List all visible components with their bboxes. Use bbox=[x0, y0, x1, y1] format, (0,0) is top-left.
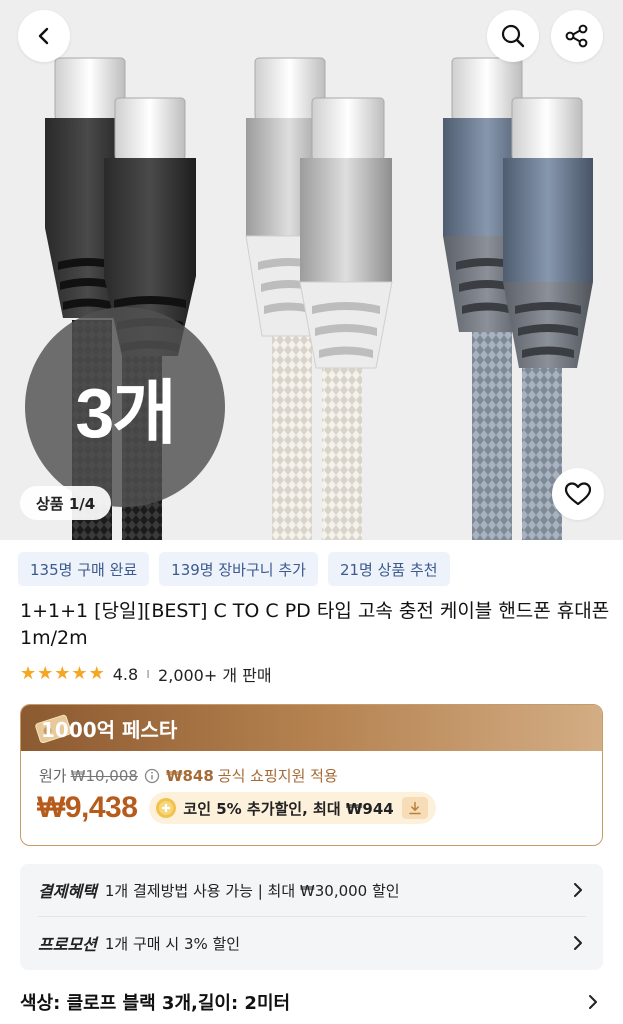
quantity-badge-text: 3개 bbox=[75, 373, 176, 452]
download-icon bbox=[408, 801, 421, 815]
product-title: 1+1+1 [당일][BEST] C TO C PD 타입 고속 충전 케이블 … bbox=[20, 600, 610, 649]
search-button[interactable] bbox=[487, 10, 539, 62]
quantity-badge: 3개 bbox=[25, 307, 225, 507]
download-coupon-button[interactable] bbox=[401, 797, 428, 819]
support-text: 공식 쇼핑지원 적용 bbox=[217, 767, 338, 785]
coin-discount-text: 코인 5% 추가할인, 최대 ₩944 bbox=[183, 799, 394, 818]
rating-summary[interactable]: ★ ★ ★ ★ ★ 4.8 ı 2,000+ 개 판매 bbox=[20, 661, 272, 687]
search-icon bbox=[501, 24, 525, 48]
sale-price: ₩9,438 bbox=[37, 791, 138, 824]
selected-option-text: 색상: 클로프 블랙 3개,길이: 2미터 bbox=[20, 993, 291, 1014]
image-counter: 상품 1/4 bbox=[20, 486, 112, 520]
product-image-gallery[interactable]: 3개 상품 1/4 bbox=[0, 0, 623, 540]
coin-icon bbox=[156, 798, 177, 818]
separator: ı bbox=[146, 666, 151, 682]
star-rating: ★ ★ ★ ★ ★ bbox=[20, 665, 105, 683]
payment-benefit-row[interactable]: 결제혜택 1개 결제방법 사용 가능 | 최대 ₩30,000 할인 bbox=[38, 864, 586, 916]
original-price-label: 원가 bbox=[39, 767, 67, 785]
payment-benefit-text: 1개 결제방법 사용 가능 | 최대 ₩30,000 할인 bbox=[104, 881, 400, 900]
coin-discount-button[interactable]: 코인 5% 추가할인, 최대 ₩944 bbox=[149, 792, 436, 824]
star-icon: ★ bbox=[88, 663, 105, 684]
original-price-row: 원가 ₩10,008 ₩848 공식 쇼핑지원 적용 bbox=[39, 765, 338, 786]
payment-benefit-label: 결제혜택 bbox=[38, 882, 97, 901]
back-icon bbox=[38, 27, 49, 45]
chevron-right-icon bbox=[574, 936, 582, 950]
purchase-count-chip: 135명 구매 완료 bbox=[18, 552, 150, 586]
rating-value: 4.8 bbox=[112, 664, 139, 684]
support-amount: ₩848 bbox=[165, 766, 214, 785]
option-selector[interactable]: 색상: 클로프 블랙 3개,길이: 2미터 bbox=[20, 986, 603, 1018]
promotion-label: 프로모션 bbox=[38, 935, 97, 954]
festival-banner: 1000억 페스타 bbox=[21, 705, 602, 751]
sale-price-row: ₩9,438 코인 5% 추가할인, 최대 ₩944 bbox=[37, 791, 436, 825]
promotion-row[interactable]: 프로모션 1개 구매 시 3% 할인 bbox=[38, 917, 586, 969]
wishlist-button[interactable] bbox=[552, 468, 604, 520]
star-icon: ★ bbox=[54, 663, 71, 684]
back-button[interactable] bbox=[18, 10, 70, 62]
share-button[interactable] bbox=[551, 10, 603, 62]
sold-count: 2,000+ 개 판매 bbox=[158, 666, 272, 685]
chevron-right-icon bbox=[574, 883, 582, 897]
social-proof-chips: 135명 구매 완료 139명 장바구니 추가 21명 상품 추천 bbox=[18, 552, 450, 586]
star-icon: ★ bbox=[37, 663, 54, 684]
cart-count-chip: 139명 장바구니 추가 bbox=[159, 552, 318, 586]
benefits-panel: 결제혜택 1개 결제방법 사용 가능 | 최대 ₩30,000 할인 프로모션 … bbox=[20, 864, 603, 970]
star-icon: ★ bbox=[20, 663, 37, 684]
recommend-count-chip: 21명 상품 추천 bbox=[327, 552, 450, 586]
price-box: 1000억 페스타 원가 ₩10,008 ₩848 공식 쇼핑지원 적용 ₩9,… bbox=[20, 704, 603, 846]
festival-title: 1000억 페스타 bbox=[41, 717, 178, 742]
info-icon[interactable] bbox=[144, 768, 160, 784]
share-icon bbox=[565, 24, 588, 48]
promotion-text: 1개 구매 시 3% 할인 bbox=[104, 934, 241, 953]
star-icon: ★ bbox=[71, 663, 88, 684]
original-price: ₩10,008 bbox=[70, 766, 138, 785]
heart-icon bbox=[564, 482, 592, 506]
chevron-right-icon bbox=[589, 995, 597, 1009]
